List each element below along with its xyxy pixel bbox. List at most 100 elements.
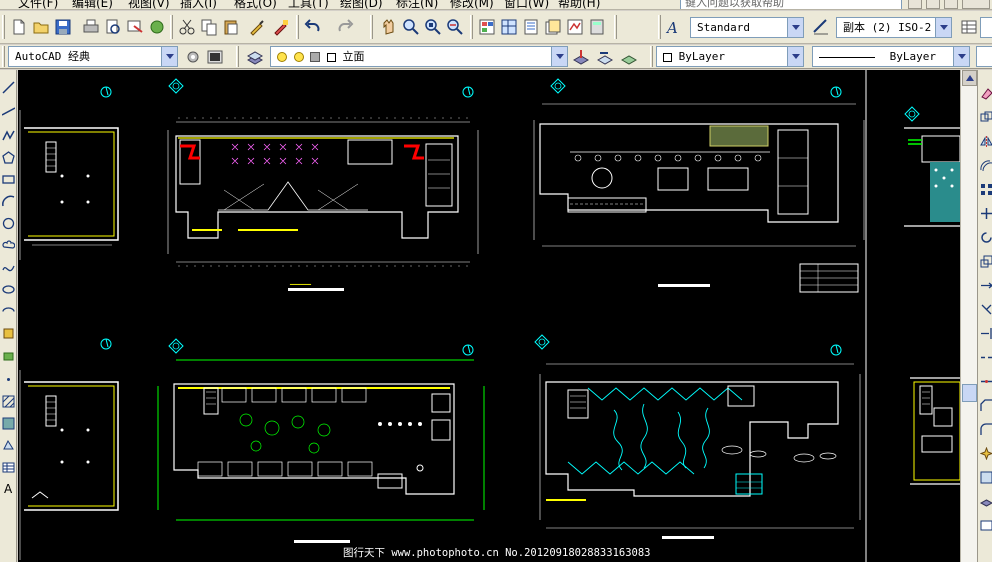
print-icon[interactable] [80, 16, 102, 38]
zoom-window-icon[interactable] [422, 16, 444, 38]
polygon-icon[interactable] [1, 150, 16, 165]
undo-icon[interactable] [302, 16, 324, 38]
layers-icon[interactable] [244, 46, 266, 68]
color-select[interactable]: ByLayer [656, 46, 804, 67]
region-icon[interactable] [1, 438, 16, 453]
insert-block-icon[interactable] [1, 326, 16, 341]
match-properties-icon[interactable] [246, 16, 268, 38]
search-icon[interactable] [908, 0, 922, 9]
open-folder-icon[interactable] [30, 16, 52, 38]
fillet-icon[interactable] [979, 422, 992, 437]
properties-panel-icon[interactable] [979, 470, 992, 485]
stretch-icon[interactable] [979, 278, 992, 293]
scroll-thumb[interactable] [962, 384, 977, 402]
chamfer-icon[interactable] [979, 398, 992, 413]
zoom-previous-icon[interactable] [444, 16, 466, 38]
properties-icon[interactable] [476, 16, 498, 38]
workspace-select[interactable]: AutoCAD 经典 [8, 46, 178, 67]
redo-icon[interactable] [334, 16, 356, 38]
make-block-icon[interactable] [1, 348, 16, 363]
block-editor-icon[interactable] [270, 16, 292, 38]
multiline-text-icon[interactable]: A [1, 480, 16, 495]
text-panel-icon[interactable] [979, 518, 992, 533]
copy-icon[interactable] [198, 16, 220, 38]
menu-draw[interactable]: 绘图(D) [340, 0, 383, 9]
toolbar-grip[interactable] [2, 15, 5, 39]
menu-edit[interactable]: 编辑(E) [72, 0, 113, 9]
toolbar-grip[interactable] [170, 15, 173, 39]
text-style-icon[interactable]: A [662, 16, 684, 38]
extend-icon[interactable] [979, 326, 992, 341]
menu-dimension[interactable]: 标注(N) [396, 0, 438, 9]
rotate-icon[interactable] [979, 230, 992, 245]
menu-window[interactable]: 窗口(W) [504, 0, 549, 9]
explode-icon[interactable] [979, 446, 992, 461]
revision-cloud-icon[interactable] [1, 238, 16, 253]
communication-icon[interactable] [926, 0, 940, 9]
lineweight-select[interactable] [976, 46, 992, 67]
dim-style-icon[interactable] [810, 16, 832, 38]
layer-states-icon[interactable] [618, 46, 640, 68]
scroll-up-button[interactable] [962, 70, 977, 86]
calculator-icon[interactable] [586, 16, 608, 38]
drawing-canvas[interactable]: ━━━━━━━ [18, 70, 960, 562]
dim-style-select[interactable]: 副本 (2) ISO-2 [836, 17, 952, 38]
menu-format[interactable]: 格式(O) [234, 0, 277, 9]
hatch-icon[interactable] [1, 394, 16, 409]
toolbar-grip[interactable] [650, 46, 653, 67]
erase-icon[interactable] [979, 86, 992, 101]
plot-preview-icon[interactable] [102, 16, 124, 38]
toolbar-grip[interactable] [2, 46, 5, 67]
toolbar-grip[interactable] [236, 46, 239, 67]
chevron-down-icon[interactable] [161, 47, 177, 66]
join-icon[interactable] [979, 374, 992, 389]
arc-icon[interactable] [1, 194, 16, 209]
circle-icon[interactable] [1, 216, 16, 231]
3d-dwf-icon[interactable] [146, 16, 168, 38]
ellipse-arc-icon[interactable] [1, 304, 16, 319]
chevron-down-icon[interactable] [787, 47, 803, 66]
gradient-icon[interactable] [1, 416, 16, 431]
lock-icon[interactable] [310, 52, 321, 62]
workspace-settings-icon[interactable] [182, 46, 204, 68]
window-controls[interactable] [962, 0, 990, 9]
scale-icon[interactable] [979, 254, 992, 269]
favorites-icon[interactable] [944, 0, 958, 9]
layer-select[interactable]: 立面 [270, 46, 568, 67]
vertical-scrollbar[interactable] [960, 70, 977, 562]
spline-icon[interactable] [1, 260, 16, 275]
break-icon[interactable] [979, 350, 992, 365]
new-file-icon[interactable] [8, 16, 30, 38]
publish-icon[interactable] [124, 16, 146, 38]
my-workspace-icon[interactable] [204, 46, 226, 68]
paste-icon[interactable] [220, 16, 242, 38]
toolbar-grip[interactable] [370, 15, 373, 39]
table-style-icon[interactable] [958, 16, 980, 38]
menu-insert[interactable]: 插入(I) [180, 0, 217, 9]
chevron-down-icon[interactable] [551, 47, 567, 66]
toolbar-grip[interactable] [658, 15, 661, 39]
rectangle-icon[interactable] [1, 172, 16, 187]
save-icon[interactable] [52, 16, 74, 38]
line-icon[interactable] [1, 80, 16, 95]
construction-line-icon[interactable] [1, 104, 16, 119]
sheet-set-icon[interactable] [542, 16, 564, 38]
menu-help[interactable]: 帮助(H) [558, 0, 600, 9]
menu-view[interactable]: 视图(V) [128, 0, 170, 9]
offset-icon[interactable] [979, 158, 992, 173]
menu-modify[interactable]: 修改(M) [450, 0, 494, 9]
text-style-select[interactable]: Standard [690, 17, 804, 38]
menu-file[interactable]: 文件(F) [18, 0, 58, 9]
cut-icon[interactable] [176, 16, 198, 38]
zoom-realtime-icon[interactable] [400, 16, 422, 38]
sun-icon[interactable] [293, 52, 304, 62]
chevron-down-icon[interactable] [935, 18, 951, 37]
array-icon[interactable] [979, 182, 992, 197]
move-icon[interactable] [979, 206, 992, 221]
point-icon[interactable] [1, 372, 16, 387]
chevron-down-icon[interactable] [787, 18, 803, 37]
menu-tools[interactable]: 工具(T) [288, 0, 329, 9]
table-style-select[interactable] [980, 17, 992, 38]
toolbar-grip[interactable] [470, 15, 473, 39]
trim-icon[interactable] [979, 302, 992, 317]
